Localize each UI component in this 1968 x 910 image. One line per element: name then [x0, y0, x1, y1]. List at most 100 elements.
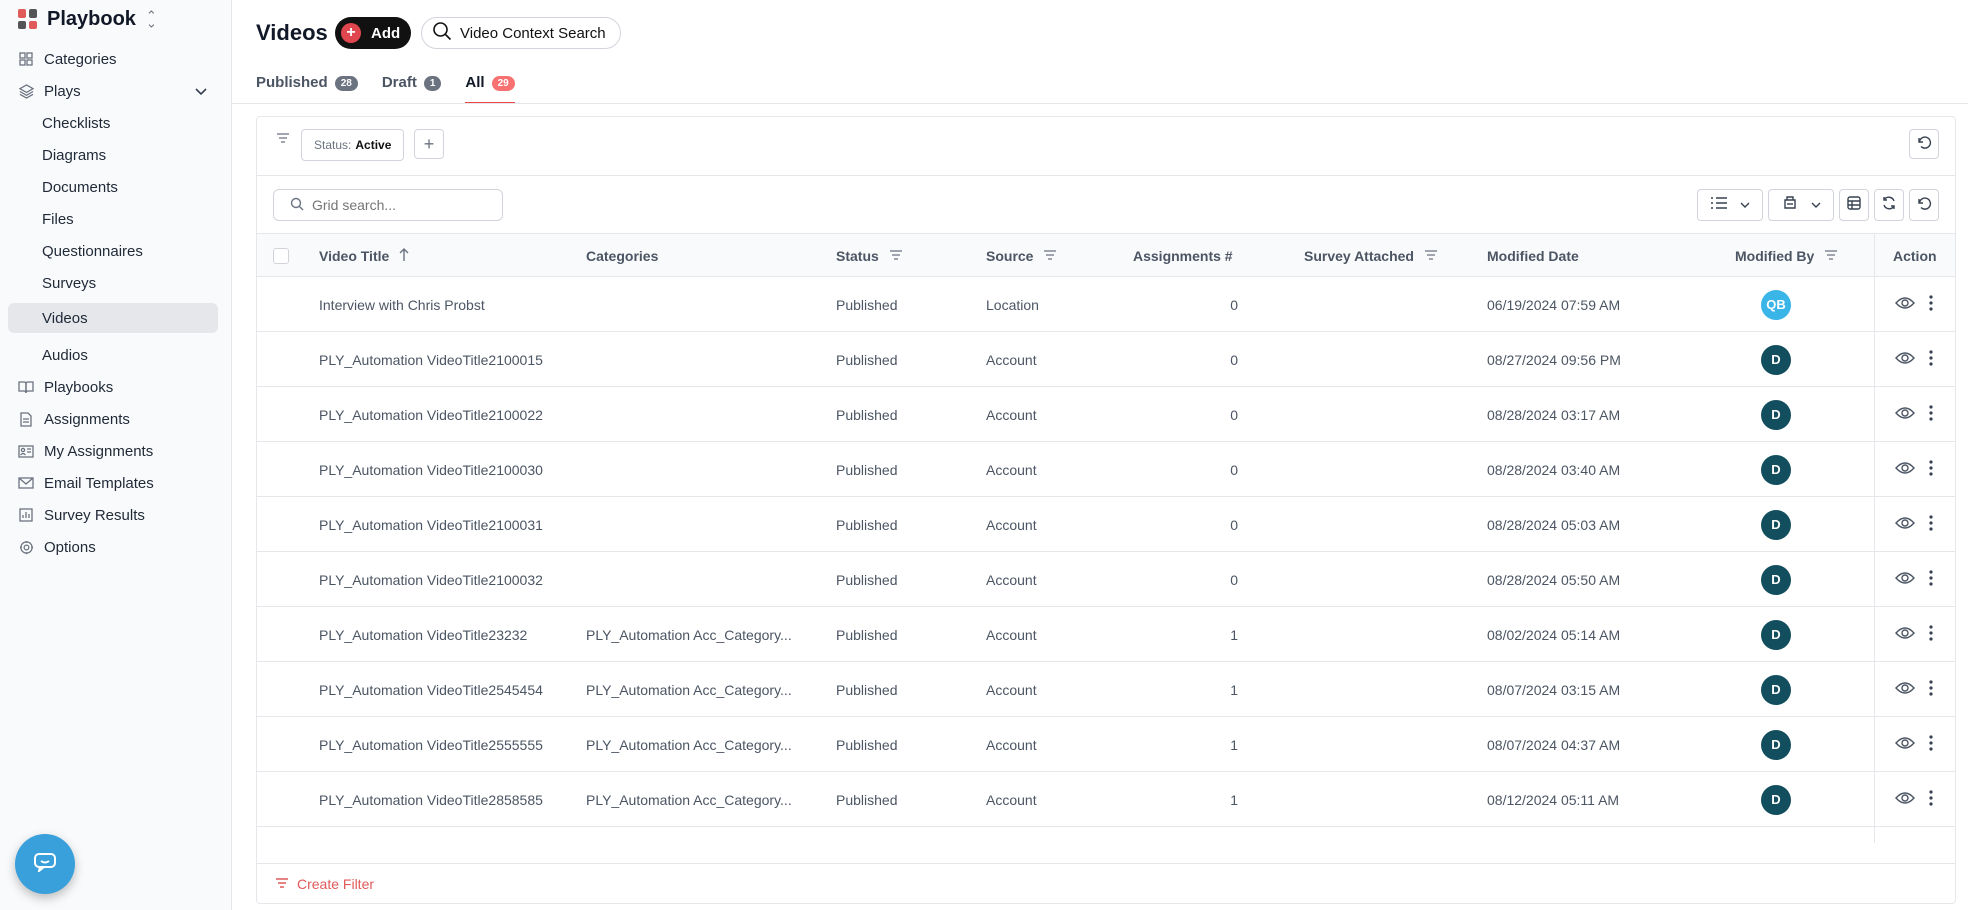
sidebar-item-assignments[interactable]: Assignments: [8, 404, 218, 434]
more-actions-button[interactable]: [1929, 717, 1941, 772]
sidebar-item-survey-results[interactable]: Survey Results: [8, 500, 218, 530]
cell-video-title[interactable]: PLY_Automation VideoTitle2100032: [319, 552, 579, 607]
filter-icon[interactable]: [1414, 248, 1438, 264]
table-row[interactable]: PLY_Automation VideoTitle2100015 Publishe…: [257, 332, 1955, 387]
table-row[interactable]: PLY_Automation VideoTitle2100030 Publishe…: [257, 442, 1955, 497]
avatar[interactable]: D: [1761, 344, 1791, 375]
cell-video-title[interactable]: PLY_Automation VideoTitle2100022: [319, 387, 579, 442]
sidebar-item-email-templates[interactable]: Email Templates: [8, 468, 218, 498]
avatar[interactable]: D: [1761, 729, 1791, 760]
column-header-survey-attached[interactable]: Survey Attached: [1304, 234, 1438, 278]
column-header-status[interactable]: Status: [836, 234, 903, 278]
tab-draft[interactable]: Draft 1: [382, 68, 442, 104]
view-button[interactable]: [1895, 717, 1921, 772]
table-row[interactable]: PLY_Automation VideoTitle2100031 Publishe…: [257, 497, 1955, 552]
create-filter-button[interactable]: Create Filter: [257, 863, 1955, 903]
filter-icon[interactable]: [879, 248, 903, 264]
sidebar-item-categories[interactable]: Categories: [8, 44, 218, 74]
view-button[interactable]: [1895, 497, 1921, 552]
avatar[interactable]: D: [1761, 784, 1791, 815]
column-header-modified-date[interactable]: Modified Date: [1487, 234, 1579, 278]
column-header-assignments[interactable]: Assignments #: [1133, 234, 1233, 278]
sidebar-item-files[interactable]: Files: [8, 204, 218, 234]
table-row[interactable]: PLY_Automation VideoTitle2555555 PLY_Auto…: [257, 717, 1955, 772]
avatar[interactable]: D: [1761, 399, 1791, 430]
sidebar-item-diagrams[interactable]: Diagrams: [8, 140, 218, 170]
view-button[interactable]: [1895, 387, 1921, 442]
column-header-categories[interactable]: Categories: [586, 234, 658, 278]
reset-grid-button[interactable]: [1909, 189, 1939, 221]
view-button[interactable]: [1895, 772, 1921, 827]
sidebar-item-checklists[interactable]: Checklists: [8, 108, 218, 138]
table-row[interactable]: PLY_Automation VideoTitle2545454 PLY_Auto…: [257, 662, 1955, 717]
avatar[interactable]: D: [1761, 509, 1791, 540]
select-all-checkbox[interactable]: [273, 234, 289, 278]
view-mode-dropdown[interactable]: [1697, 189, 1763, 221]
table-row[interactable]: PLY_Automation VideoTitle2100032 Publishe…: [257, 552, 1955, 607]
column-header-video-title[interactable]: Video Title: [319, 234, 409, 278]
filter-icon[interactable]: [1033, 248, 1057, 264]
more-actions-button[interactable]: [1929, 387, 1941, 442]
cell-video-title[interactable]: PLY_Automation VideoTitle2100030: [319, 442, 579, 497]
add-filter-button[interactable]: +: [414, 129, 444, 159]
view-button[interactable]: [1895, 277, 1921, 332]
export-dropdown[interactable]: [1768, 189, 1834, 221]
sidebar-item-options[interactable]: Options: [8, 532, 218, 562]
add-button[interactable]: + Add: [335, 17, 411, 49]
status-filter-chip[interactable]: Status: Active: [301, 129, 405, 161]
cell-video-title[interactable]: PLY_Automation VideoTitle2100015: [319, 332, 579, 387]
table-row[interactable]: PLY_Automation VideoTitle23232 PLY_Automa…: [257, 607, 1955, 662]
app-switcher[interactable]: Playbook ⌃ ⌃: [0, 0, 157, 32]
cell-video-title[interactable]: PLY_Automation VideoTitle23232: [319, 607, 579, 662]
more-actions-button[interactable]: [1929, 607, 1941, 662]
view-button[interactable]: [1895, 607, 1921, 662]
table-row[interactable]: PLY_Automation VideoTitle2858585 PLY_Auto…: [257, 772, 1955, 827]
chevron-down-icon[interactable]: [194, 84, 208, 102]
sidebar-item-videos[interactable]: Videos: [8, 303, 218, 333]
column-header-modified-by[interactable]: Modified By: [1735, 234, 1838, 278]
avatar[interactable]: QB: [1761, 289, 1791, 320]
cell-video-title[interactable]: PLY_Automation VideoTitle2545454: [319, 662, 579, 717]
avatar[interactable]: D: [1761, 454, 1791, 485]
cell-video-title[interactable]: PLY_Automation VideoTitle2858585: [319, 772, 579, 827]
sidebar-item-playbooks[interactable]: Playbooks: [8, 372, 218, 402]
view-button[interactable]: [1895, 332, 1921, 387]
column-settings-button[interactable]: [1839, 189, 1869, 221]
sidebar-item-surveys[interactable]: Surveys: [8, 268, 218, 298]
view-button[interactable]: [1895, 552, 1921, 607]
filter-icon[interactable]: [275, 131, 291, 150]
filter-icon[interactable]: [1814, 248, 1838, 264]
more-actions-button[interactable]: [1929, 442, 1941, 497]
chat-launcher-button[interactable]: [15, 834, 75, 894]
cell-video-title[interactable]: PLY_Automation VideoTitle2100031: [319, 497, 579, 552]
avatar[interactable]: D: [1761, 564, 1791, 595]
more-actions-button[interactable]: [1929, 662, 1941, 717]
avatar[interactable]: D: [1761, 674, 1791, 705]
avatar[interactable]: D: [1761, 619, 1791, 650]
grid-search[interactable]: [273, 189, 503, 221]
more-actions-button[interactable]: [1929, 277, 1941, 332]
video-context-search-button[interactable]: Video Context Search: [421, 17, 621, 49]
table-row[interactable]: Interview with Chris Probst Published Loca…: [257, 277, 1955, 332]
sidebar-item-plays[interactable]: Plays: [8, 76, 218, 106]
column-header-source[interactable]: Source: [986, 234, 1057, 278]
grid-search-input[interactable]: [312, 197, 482, 213]
more-actions-button[interactable]: [1929, 332, 1941, 387]
tab-published[interactable]: Published 28: [256, 68, 358, 104]
sidebar-item-questionnaires[interactable]: Questionnaires: [8, 236, 218, 266]
checkbox[interactable]: [273, 248, 289, 264]
sidebar-item-my-assignments[interactable]: My Assignments: [8, 436, 218, 466]
view-button[interactable]: [1895, 442, 1921, 497]
sidebar-item-audios[interactable]: Audios: [8, 340, 218, 370]
table-row[interactable]: PLY_Automation VideoTitle2100022 Publishe…: [257, 387, 1955, 442]
more-actions-button[interactable]: [1929, 552, 1941, 607]
sidebar-item-documents[interactable]: Documents: [8, 172, 218, 202]
view-button[interactable]: [1895, 662, 1921, 717]
cell-video-title[interactable]: PLY_Automation VideoTitle2555555: [319, 717, 579, 772]
tab-all[interactable]: All 29: [465, 68, 515, 104]
more-actions-button[interactable]: [1929, 772, 1941, 827]
reset-filters-button[interactable]: [1909, 129, 1939, 159]
refresh-button[interactable]: [1874, 189, 1904, 221]
more-actions-button[interactable]: [1929, 497, 1941, 552]
cell-video-title[interactable]: Interview with Chris Probst: [319, 277, 579, 332]
